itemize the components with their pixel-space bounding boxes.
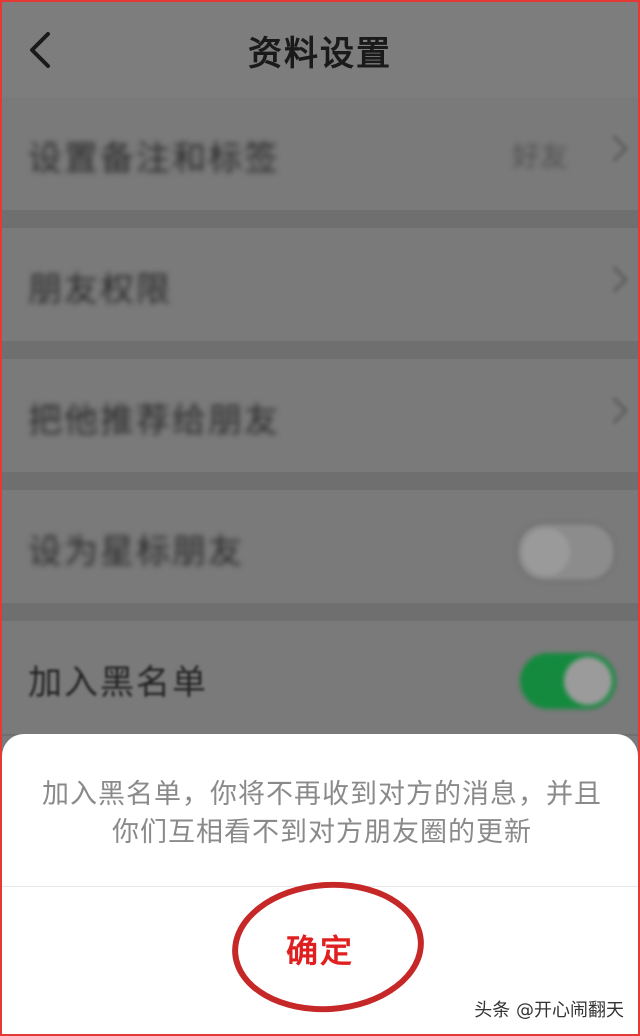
settings-row-label: 把他推荐给朋友 <box>28 401 280 441</box>
settings-row-value: 好友 <box>511 140 568 173</box>
settings-row-blacklist: 加入黑名单 <box>2 621 638 736</box>
screen-frame: 资料设置 设置备注和标签 好友 朋友权限 把他推荐给朋友 设为星标朋友 加入黑名… <box>0 0 640 1036</box>
settings-row-recommend[interactable]: 把他推荐给朋友 <box>2 359 638 490</box>
chevron-right-icon <box>601 266 628 293</box>
star-toggle[interactable] <box>516 522 616 582</box>
settings-list: 设置备注和标签 好友 朋友权限 把他推荐给朋友 设为星标朋友 加入黑名单 <box>2 97 638 736</box>
settings-row-label: 朋友权限 <box>28 270 172 310</box>
watermark: 头条 @开心闹翻天 <box>474 1000 624 1021</box>
toggle-knob <box>564 657 612 705</box>
settings-row-remark[interactable]: 设置备注和标签 好友 <box>2 97 638 228</box>
nav-header: 资料设置 <box>2 2 638 98</box>
settings-row-label: 设置备注和标签 <box>28 139 280 179</box>
chevron-right-icon <box>601 135 628 162</box>
toggle-knob <box>522 528 570 576</box>
settings-row-star: 设为星标朋友 <box>2 490 638 621</box>
sheet-message: 加入黑名单，你将不再收到对方的消息，并且你们互相看不到对方朋友圈的更新 <box>42 779 602 848</box>
page-title: 资料设置 <box>248 34 392 74</box>
blacklist-toggle[interactable] <box>520 653 616 709</box>
settings-row-permission[interactable]: 朋友权限 <box>2 228 638 359</box>
settings-row-label: 加入黑名单 <box>28 663 208 703</box>
settings-row-label: 设为星标朋友 <box>28 532 244 572</box>
chevron-right-icon <box>601 397 628 424</box>
